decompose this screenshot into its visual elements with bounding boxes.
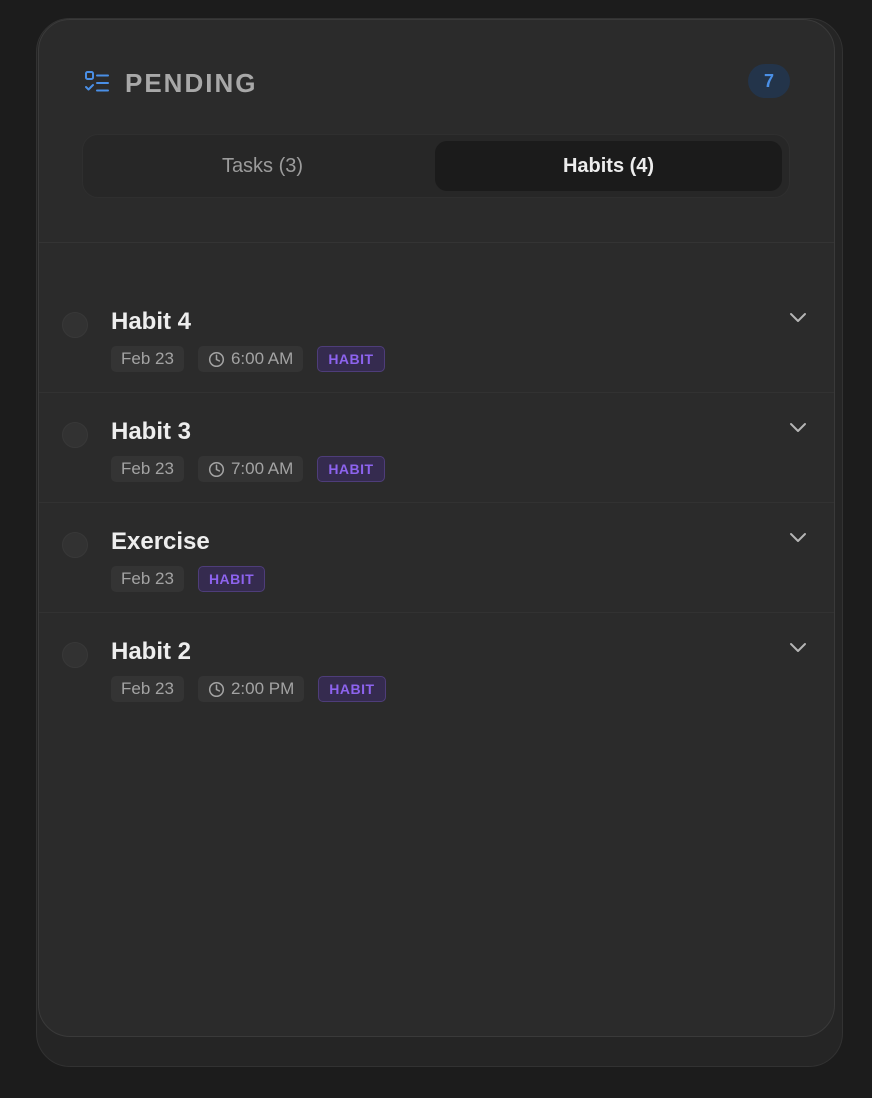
time-chip: 6:00 AM (197, 346, 304, 372)
panel-title: PENDING (125, 68, 258, 98)
habit-badge: HABIT (317, 456, 385, 482)
checklist-icon (85, 71, 109, 92)
time-chip: 2:00 PM (197, 676, 305, 702)
item-meta: Feb 23 7:00 AM HABIT (111, 456, 385, 482)
time-chip: 7:00 AM (197, 456, 304, 482)
complete-checkbox[interactable] (62, 642, 88, 668)
item-title: Exercise (111, 528, 210, 555)
date-chip: Feb 23 (111, 456, 184, 482)
time-label: 7:00 AM (230, 459, 294, 478)
panel-header: PENDING 7 Tasks (3) Habits (4) (39, 20, 834, 243)
date-chip: Feb 23 (111, 346, 184, 372)
list-item[interactable]: Habit 3 Feb 23 7:00 AM HABIT (39, 393, 834, 503)
item-title: Habit 3 (111, 418, 192, 445)
habit-badge: HABIT (317, 346, 385, 372)
habit-badge: HABIT (318, 676, 386, 702)
tab-habits[interactable]: Habits (4) (435, 141, 782, 191)
habit-badge: HABIT (197, 566, 266, 592)
time-label: 2:00 PM (230, 679, 295, 698)
chevron-down-icon[interactable] (788, 417, 808, 437)
list-item[interactable]: Habit 4 Feb 23 6:00 AM HABIT (39, 283, 834, 393)
complete-checkbox[interactable] (62, 312, 88, 338)
item-title: Habit 4 (111, 308, 192, 335)
complete-checkbox[interactable] (62, 422, 88, 448)
complete-checkbox[interactable] (62, 532, 88, 558)
chevron-down-icon[interactable] (788, 307, 808, 327)
list-item[interactable]: Habit 2 Feb 23 2:00 PM HABIT (39, 613, 834, 723)
habit-list: Habit 4 Feb 23 6:00 AM HABIT Habit 3 Feb… (39, 283, 834, 723)
date-chip: Feb 23 (111, 566, 184, 592)
tab-tasks[interactable]: Tasks (3) (89, 141, 436, 191)
time-label: 6:00 AM (230, 349, 294, 368)
item-meta: Feb 23 2:00 PM HABIT (111, 676, 386, 702)
title-row: PENDING 7 (84, 64, 790, 98)
pending-count-badge: 7 (748, 64, 790, 98)
clock-icon (208, 681, 224, 697)
item-meta: Feb 23 HABIT (111, 566, 266, 592)
clock-icon (208, 351, 224, 367)
chevron-down-icon[interactable] (788, 637, 808, 657)
item-title: Habit 2 (111, 638, 192, 665)
date-chip: Feb 23 (111, 676, 184, 702)
item-meta: Feb 23 6:00 AM HABIT (111, 346, 385, 372)
chevron-down-icon[interactable] (788, 527, 808, 547)
pending-panel: PENDING 7 Tasks (3) Habits (4) Habit 4 F… (38, 19, 835, 1037)
tab-switcher: Tasks (3) Habits (4) (82, 134, 790, 198)
clock-icon (208, 461, 224, 477)
list-item[interactable]: Exercise Feb 23 HABIT (39, 503, 834, 613)
